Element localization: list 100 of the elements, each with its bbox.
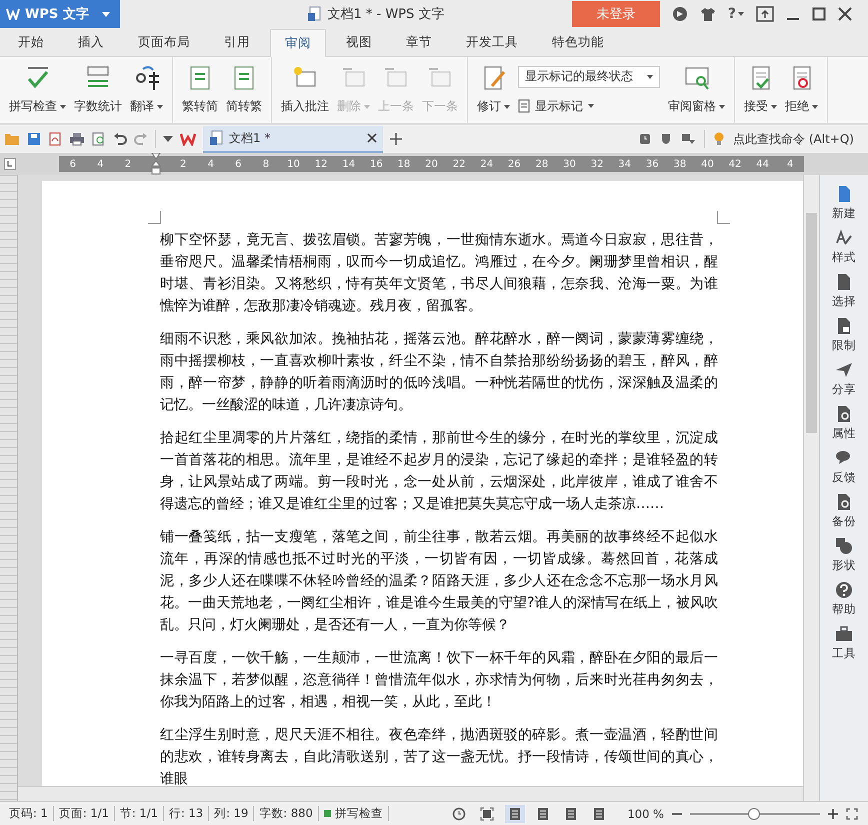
ribbon-button[interactable]: 繁转简 — [178, 57, 222, 123]
ruler-number: 40 — [700, 158, 715, 170]
ruler-number: 22 — [452, 158, 466, 170]
ribbon-button[interactable]: 修订 — [473, 57, 514, 123]
sidebar-item[interactable]: 反馈 — [832, 449, 856, 485]
sidebar-item[interactable]: 新建 — [832, 185, 856, 221]
ribbon-button[interactable]: 插入批注 — [277, 57, 333, 123]
ruler-number: 4 — [96, 158, 105, 170]
shield-icon[interactable] — [660, 133, 672, 145]
zoom-in-icon[interactable] — [828, 808, 838, 818]
close-icon[interactable] — [367, 133, 377, 143]
ruler-number: 16 — [368, 158, 384, 170]
preview-icon[interactable] — [92, 132, 106, 146]
ruler-number: 6 — [234, 158, 243, 170]
ruler-number: 14 — [341, 158, 356, 170]
sidebar-item[interactable]: 工具 — [832, 625, 856, 661]
tab-stop-icon[interactable] — [4, 158, 16, 170]
shirt-icon[interactable] — [700, 6, 716, 22]
pdf-icon[interactable] — [48, 132, 62, 146]
close-icon[interactable] — [838, 7, 852, 21]
ruler-number: 42 — [728, 158, 742, 170]
download-icon[interactable] — [681, 133, 696, 145]
view-button[interactable] — [505, 804, 526, 822]
sidebar-item[interactable]: 分享 — [832, 361, 856, 397]
save-icon[interactable] — [27, 132, 41, 146]
paper-plane-icon — [835, 361, 853, 379]
caret-icon[interactable] — [102, 12, 110, 16]
sidebar-item[interactable]: 形状 — [832, 537, 856, 573]
ribbon-button[interactable]: 审阅窗格 — [664, 57, 729, 123]
sidebar-item[interactable]: 属性 — [832, 405, 856, 441]
ribbon-button[interactable]: 拒绝 — [781, 57, 822, 123]
ribbon-tab[interactable]: 审阅 — [270, 29, 326, 57]
ruler-number: 26 — [506, 158, 522, 170]
undo-icon[interactable] — [113, 132, 127, 146]
ruler-number: 10 — [286, 158, 301, 170]
ruler-number: 34 — [617, 158, 632, 170]
ribbon-button[interactable]: 接受 — [740, 57, 781, 123]
properties-icon — [835, 405, 853, 423]
ruler-number: 28 — [534, 158, 550, 170]
document-tab[interactable]: 文档1 * — [203, 126, 383, 152]
app-logo[interactable]: WPS 文字 — [0, 0, 120, 28]
ruler-number: 2 — [178, 158, 188, 170]
sidebar-item[interactable]: 样式 — [832, 229, 856, 265]
shapes-icon — [835, 537, 853, 555]
plus-icon[interactable] — [390, 133, 402, 145]
ribbon-tab[interactable]: 特色功能 — [538, 29, 618, 56]
markup-select[interactable]: 显示标记的最终状态 — [518, 66, 660, 88]
print-icon[interactable] — [69, 132, 85, 146]
ruler-number: 36 — [644, 158, 660, 170]
sidebar-item[interactable]: 备份 — [832, 493, 856, 529]
document-icon — [307, 6, 322, 22]
help-menu[interactable]: ? — [728, 6, 744, 22]
ribbon-button[interactable]: 简转繁 — [222, 57, 266, 123]
ribbon-tab[interactable]: 插入 — [64, 29, 118, 56]
status-field: 列: 19 — [209, 806, 254, 821]
ribbon-tab[interactable]: 开发工具 — [452, 29, 532, 56]
caret-icon[interactable] — [163, 136, 173, 142]
horizontal-scrollbar[interactable] — [18, 786, 803, 801]
paragraph: 铺一叠笺纸，拈一支瘦笔，落笔之间，前尘往事，散若云烟。再美丽的故事终经不起似水流年，再深的情感也抵不过时光的平淡，一切皆有因，一切皆成缘。蓦然回首，花落成泥，多少人还在喋喋不休轻吟曾经的温柔？陌路天涯，多少人还在念念不忘那一场水月风花。一曲天荒地老，一阕红尘相许，谁是谁今生最美的守望?谁人的深情写在纸上，被风吹乱。只问，灯火阑珊处，是否还有一人，一直为你等候？ — [160, 528, 718, 635]
app-name: WPS 文字 — [25, 6, 89, 23]
ruler-number: 4 — [206, 158, 215, 170]
indent-marker-icon[interactable] — [150, 153, 161, 175]
circle-icon[interactable] — [672, 6, 688, 22]
ruler-number: 2 — [124, 158, 132, 170]
backup-icon — [835, 493, 853, 511]
sidebar-item[interactable]: 限制 — [832, 317, 856, 353]
w-logo-icon[interactable] — [180, 132, 196, 146]
web-view-icon — [564, 806, 578, 820]
ribbon-tab[interactable]: 页面布局 — [124, 29, 204, 56]
spellcheck-status[interactable]: 拼写检查 — [318, 806, 389, 821]
status-field: 页面: 1/1 — [54, 806, 115, 821]
ruler-number: 8 — [262, 158, 270, 170]
zoom-level[interactable]: 100 % — [627, 806, 664, 820]
ribbon-button[interactable]: 翻译 — [126, 57, 167, 123]
caret-icon — [738, 12, 744, 16]
sidebar-item[interactable]: 帮助 — [832, 581, 856, 617]
ribbon-tab[interactable]: 视图 — [332, 29, 386, 56]
fullscreen-icon[interactable] — [846, 808, 858, 820]
status-field: 字数: 880 — [254, 806, 319, 821]
clock-icon[interactable] — [639, 133, 652, 145]
show-markup-button[interactable]: 显示标记 — [518, 98, 660, 114]
ribbon-button[interactable]: 拼写检查 — [5, 57, 70, 123]
ribbon-tab[interactable]: 引用 — [210, 29, 264, 56]
sidebar-item[interactable]: 选择 — [832, 273, 856, 309]
page-view-icon — [508, 806, 522, 820]
status-field: 行: 13 — [164, 806, 210, 821]
window-title: 文档1 * - WPS 文字 — [327, 6, 444, 23]
help-icon — [835, 581, 853, 599]
vertical-scrollbar[interactable] — [803, 175, 819, 801]
toolbox-icon — [835, 625, 853, 643]
ribbon-tab[interactable]: 开始 — [4, 29, 58, 56]
fullscreen-icon — [480, 806, 494, 820]
paragraph: 细雨不识愁，乘风欲加浓。挽袖拈花，摇落云池。醉花醉水，醉一阕词，蒙蒙薄雾缠绕，雨中摇摆柳枝，一直喜欢柳叶素妆，纤尘不染，情不自禁拾那纷纷扬扬的碧玉，醉风，醉雨，醉一帘梦，静静的听着雨滴沥时的低吟浅唱。一种恍若隔世的忧伤，深深触及温柔的记忆。一丝酸涩的味道，几许凄凉诗句。 — [160, 330, 718, 415]
ribbon-tab[interactable]: 章节 — [392, 29, 446, 56]
restore-icon[interactable] — [756, 6, 774, 22]
command-search[interactable]: 点此查找命令 (Alt+Q) — [733, 130, 854, 148]
slider-thumb[interactable] — [748, 808, 760, 820]
maximize-icon[interactable] — [812, 7, 826, 21]
document-tab-title: 文档1 * — [229, 130, 270, 146]
ribbon-button[interactable]: 字数统计 — [70, 57, 126, 123]
